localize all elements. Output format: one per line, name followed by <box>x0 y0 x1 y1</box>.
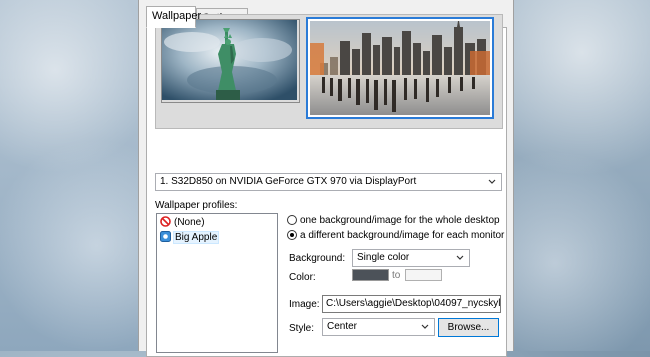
radio-button[interactable] <box>287 230 297 240</box>
radio-one-background[interactable]: one background/image for the whole deskt… <box>287 214 500 227</box>
no-entry-icon <box>160 216 171 227</box>
image-label: Image: <box>289 299 320 310</box>
profile-item-big-apple[interactable]: Big Apple <box>160 231 220 245</box>
style-label: Style: <box>289 323 315 334</box>
monitor-select-value: 1. S32D850 on NVIDIA GeForce GTX 970 via… <box>160 176 417 187</box>
wallpaper-dialog: Wallpaper Options <box>138 0 514 357</box>
chevron-down-icon <box>488 179 496 184</box>
color-label: Color: <box>289 272 316 283</box>
nyc-skyline-image <box>310 21 490 115</box>
profile-icon <box>160 231 171 242</box>
browse-button[interactable]: Browse... <box>438 318 499 337</box>
radio-label: a different background/image for each mo… <box>300 230 505 241</box>
style-select-value: Center <box>327 321 358 332</box>
chevron-down-icon <box>456 255 464 260</box>
radio-each-monitor[interactable]: a different background/image for each mo… <box>287 229 504 242</box>
monitor-preview <box>155 14 503 129</box>
color-to-label: to <box>392 270 401 281</box>
profile-label: Big Apple <box>172 231 220 244</box>
desktop-background-left <box>0 0 138 351</box>
radio-button[interactable] <box>287 215 297 225</box>
radio-label: one background/image for the whole deskt… <box>300 215 500 226</box>
color-swatch-primary[interactable] <box>352 269 389 281</box>
style-select[interactable]: Center <box>322 318 435 336</box>
profiles-list[interactable]: (None) Big Apple <box>156 213 278 353</box>
statue-of-liberty-image <box>162 20 297 100</box>
monitor-1-preview[interactable] <box>161 19 300 103</box>
desktop-background-right <box>514 0 650 351</box>
monitor-2-preview[interactable] <box>306 17 494 119</box>
chevron-down-icon <box>421 324 429 329</box>
profiles-label: Wallpaper profiles: <box>155 200 238 211</box>
color-swatch-secondary[interactable] <box>405 269 442 281</box>
tab-wallpaper[interactable]: Wallpaper <box>146 6 201 28</box>
background-label: Background: <box>289 253 346 264</box>
profile-label: (None) <box>174 217 205 228</box>
background-select-value: Single color <box>357 252 410 263</box>
monitor-select[interactable]: 1. S32D850 on NVIDIA GeForce GTX 970 via… <box>155 173 502 191</box>
background-select[interactable]: Single color <box>352 249 470 267</box>
image-path-field[interactable]: C:\Users\aggie\Desktop\04097_nycskyline <box>322 295 501 313</box>
profile-item-none[interactable]: (None) <box>160 216 205 230</box>
